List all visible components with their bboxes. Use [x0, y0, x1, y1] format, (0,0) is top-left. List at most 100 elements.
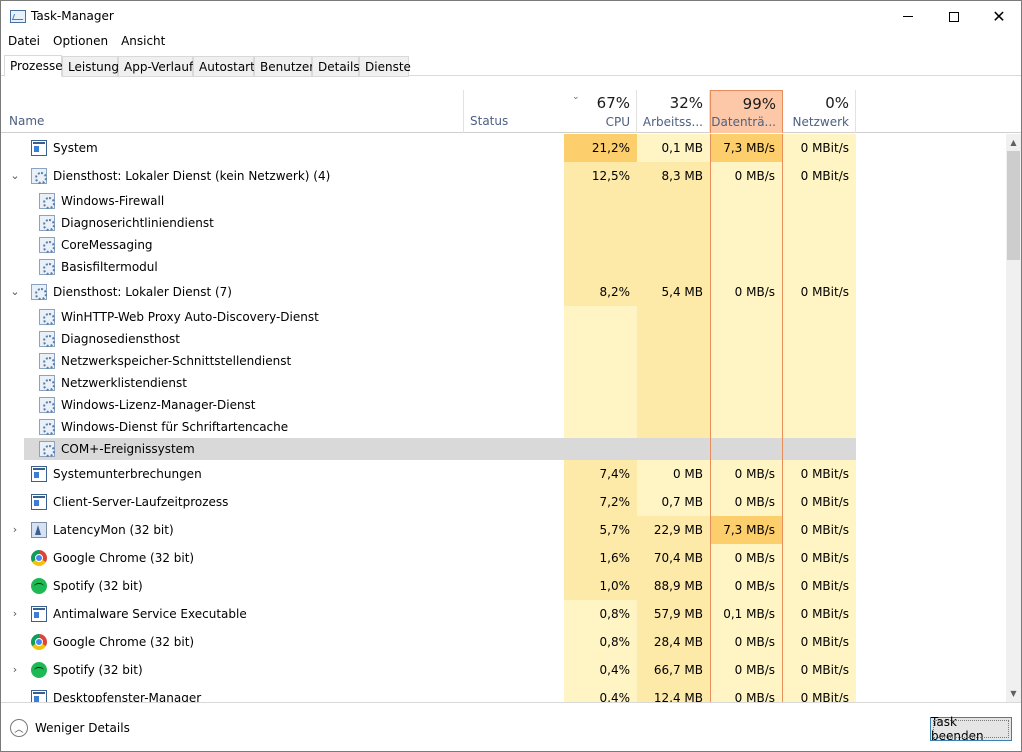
net-cell: 0 MBit/s: [783, 656, 856, 684]
tab-prozesse[interactable]: Prozesse: [4, 55, 63, 77]
net-cell: 0 MBit/s: [783, 628, 856, 656]
process-row[interactable]: 0,8% 28,4 MB 0 MB/s 0 MBit/s Google Chrome (…: [1, 628, 1006, 656]
disk-cell: [710, 256, 783, 278]
mem-cell: 66,7 MB: [637, 656, 710, 684]
net-cell: 0 MBit/s: [783, 600, 856, 628]
net-cell: 0 MBit/s: [783, 134, 856, 162]
disk-cell: 0 MB/s: [710, 278, 783, 306]
process-name: Diagnosediensthost: [61, 332, 180, 346]
mem-value: 0,1 MB: [661, 141, 703, 155]
service-row[interactable]: Windows-Firewall: [1, 190, 1006, 212]
cpu-cell: [564, 394, 637, 416]
service-row[interactable]: Netzwerkspeicher-Schnittstellendienst: [1, 350, 1006, 372]
process-row[interactable]: 1,0% 88,9 MB 0 MB/s 0 MBit/s Spotify (32 bit…: [1, 572, 1006, 600]
process-name: Netzwerkspeicher-Schnittstellendienst: [61, 354, 292, 368]
cpu-cell: 12,5%: [564, 162, 637, 190]
disk-cell: [710, 328, 783, 350]
tab-details[interactable]: Details: [312, 56, 360, 77]
chevron-down-icon[interactable]: ⌄: [9, 169, 21, 183]
gear-icon: [39, 441, 55, 457]
mem-cell: 28,4 MB: [637, 628, 710, 656]
menu-datei[interactable]: Datei: [1, 32, 46, 52]
tab-dienste[interactable]: Dienste: [359, 56, 411, 77]
minimize-button[interactable]: [885, 1, 931, 32]
mem-cell: [637, 350, 710, 372]
net-cell: 0 MBit/s: [783, 684, 856, 702]
mem-cell: 8,3 MB: [637, 162, 710, 190]
maximize-button[interactable]: [931, 1, 977, 32]
title-bar[interactable]: Task-Manager ✕: [1, 1, 1021, 32]
service-row[interactable]: Basisfiltermodul: [1, 256, 1006, 278]
tab-benutzer[interactable]: Benutzer: [254, 56, 314, 77]
process-row[interactable]: 7,2% 0,7 MB 0 MB/s 0 MBit/s Client-Server-La…: [1, 488, 1006, 516]
close-button[interactable]: ✕: [976, 1, 1021, 32]
gear-icon: [39, 193, 55, 209]
scroll-up-icon[interactable]: ▲: [1006, 134, 1021, 151]
process-row[interactable]: 1,6% 70,4 MB 0 MB/s 0 MBit/s Google Chrome (…: [1, 544, 1006, 572]
process-row[interactable]: 0,8% 57,9 MB 0,1 MB/s 0 MBit/s › Antimalware …: [1, 600, 1006, 628]
chevron-down-icon[interactable]: ⌄: [9, 285, 21, 299]
memory-total-percent: 32%: [669, 94, 703, 112]
mem-cell: 88,9 MB: [637, 572, 710, 600]
net-cell: 0 MBit/s: [783, 516, 856, 544]
tab-autostart[interactable]: Autostart: [193, 56, 255, 77]
menu-optionen[interactable]: Optionen: [46, 32, 114, 52]
column-network[interactable]: 0% Netzwerk: [783, 90, 856, 133]
disk-cell: 0 MB/s: [710, 572, 783, 600]
vertical-scrollbar[interactable]: ▲ ▼: [1006, 134, 1021, 702]
process-name: Diensthost: Lokaler Dienst (kein Netzwer…: [53, 169, 331, 183]
chevron-right-icon[interactable]: ›: [9, 663, 21, 677]
process-row[interactable]: 0,4% 66,7 MB 0 MB/s 0 MBit/s › Spotify (32 bi…: [1, 656, 1006, 684]
disk-cell: 0 MB/s: [710, 544, 783, 572]
mem-value: 70,4 MB: [653, 551, 703, 565]
column-disk[interactable]: 99% Datenträ...: [710, 90, 783, 133]
network-label: Netzwerk: [792, 115, 849, 129]
network-total-percent: 0%: [825, 94, 849, 112]
service-row[interactable]: Diagnosediensthost: [1, 328, 1006, 350]
net-value: 0 MBit/s: [800, 691, 849, 702]
service-row[interactable]: Netzwerklistendienst: [1, 372, 1006, 394]
tab-leistung[interactable]: Leistung: [62, 56, 119, 77]
scroll-thumb[interactable]: [1007, 151, 1020, 260]
cpu-value: 0,4%: [599, 663, 631, 677]
window-title: Task-Manager: [31, 9, 114, 23]
column-header: Name Status ⌄ 67% CPU 32% Arbeitss... 99…: [1, 90, 1021, 133]
gear-icon: [31, 284, 47, 300]
gear-icon: [39, 259, 55, 275]
service-row[interactable]: Windows-Lizenz-Manager-Dienst: [1, 394, 1006, 416]
process-row[interactable]: 0,4% 12,4 MB 0 MB/s 0 MBit/s Desktopfenster-…: [1, 684, 1006, 702]
cpu-cell: [564, 234, 637, 256]
column-status[interactable]: Status: [470, 114, 508, 128]
column-name[interactable]: Name: [9, 114, 44, 128]
mem-value: 8,3 MB: [661, 169, 703, 183]
system-icon: [31, 690, 47, 702]
process-row[interactable]: 12,5% 8,3 MB 0 MB/s 0 MBit/s ⌄ Diensthost: Lo…: [1, 162, 1006, 190]
cpu-cell: 7,4%: [564, 460, 637, 488]
process-name: Diensthost: Lokaler Dienst (7): [53, 285, 232, 299]
menu-ansicht[interactable]: Ansicht: [114, 32, 171, 52]
chevron-right-icon[interactable]: ›: [9, 523, 21, 537]
gear-icon: [31, 168, 47, 184]
column-cpu[interactable]: ⌄ 67% CPU: [564, 90, 637, 133]
service-row[interactable]: WinHTTP-Web Proxy Auto-Discovery-Dienst: [1, 306, 1006, 328]
cpu-cell: 21,2%: [564, 134, 637, 162]
process-row[interactable]: 8,2% 5,4 MB 0 MB/s 0 MBit/s ⌄ Diensthost: Lok…: [1, 278, 1006, 306]
process-row[interactable]: 7,4% 0 MB 0 MB/s 0 MBit/s Systemunterbrechun…: [1, 460, 1006, 488]
disk-value: 0 MB/s: [734, 285, 775, 299]
tab-app-verlauf[interactable]: App-Verlauf: [118, 56, 193, 77]
fewer-details-toggle[interactable]: ︿ Weniger Details: [10, 719, 130, 737]
process-row[interactable]: 5,7% 22,9 MB 7,3 MB/s 0 MBit/s › LatencyMon (…: [1, 516, 1006, 544]
scroll-down-icon[interactable]: ▼: [1006, 685, 1021, 702]
process-row[interactable]: 21,2% 0,1 MB 7,3 MB/s 0 MBit/s System: [1, 134, 1006, 162]
chevron-right-icon[interactable]: ›: [9, 607, 21, 621]
service-row[interactable]: COM+-Ereignissystem: [1, 438, 1006, 460]
service-row[interactable]: Windows-Dienst für Schriftartencache: [1, 416, 1006, 438]
mem-value: 5,4 MB: [661, 285, 703, 299]
end-task-button[interactable]: Task beenden: [930, 715, 1012, 743]
service-row[interactable]: Diagnoserichtliniendienst: [1, 212, 1006, 234]
gear-icon: [39, 419, 55, 435]
process-name: Desktopfenster-Manager: [53, 691, 202, 702]
column-memory[interactable]: 32% Arbeitss...: [637, 90, 710, 133]
disk-label: Datenträ...: [711, 115, 776, 129]
service-row[interactable]: CoreMessaging: [1, 234, 1006, 256]
